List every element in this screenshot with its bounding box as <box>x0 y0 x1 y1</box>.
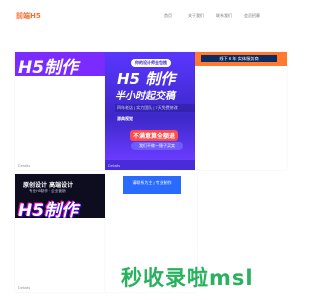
card-4[interactable]: 原创设计 高端设计 专业H5制作 · 企业营销 H5制作 Details <box>15 174 107 292</box>
card-4-title: 原创设计 高端设计 <box>23 182 74 189</box>
card-5-blue-text: 请联系为主 | 专业制作 <box>132 180 172 185</box>
card-1-details-link[interactable]: Details <box>18 163 30 168</box>
card-4-lower <box>15 218 107 292</box>
card-2-badges: 四年老店 | 实力团队 | 7天免费修改 <box>115 104 197 112</box>
watermark-text: 秒收录啦msl <box>121 266 254 290</box>
card-3[interactable]: 线下 6 年 实体服务商 <box>195 52 287 170</box>
nav-home[interactable]: 首页 <box>164 13 172 19</box>
card-2-details-link[interactable]: Details <box>108 163 120 168</box>
card-2-subtitle: 半小时起交稿 <box>115 91 175 102</box>
card-2-title: H5 制作 <box>117 70 176 88</box>
nav-membership[interactable]: 会员招募 <box>244 13 260 19</box>
nav-contact[interactable]: 联系我们 <box>216 13 232 19</box>
card-2-bottom-pill: 我们不做一锤子买卖 <box>131 142 183 150</box>
site-header: 前端H5 首页 关于我们 联系我们 会员招募 <box>0 0 300 32</box>
card-3-strip-text: 线下 6 年 实体服务商 <box>219 56 259 61</box>
card-2-top-pill: 你的设计师全包揽 <box>131 59 171 67</box>
card-1[interactable]: H5制作 Details <box>15 52 107 170</box>
card-2-logo-text: 源典视觉 <box>117 116 133 121</box>
card-2-promo: 不满意算全额退 <box>130 130 179 141</box>
card-2[interactable]: 你的设计师全包揽 H5 制作 半小时起交稿 四年老店 | 实力团队 | 7天免费… <box>105 52 197 170</box>
site-logo[interactable]: 前端H5 <box>16 11 41 21</box>
card-1-banner-text: H5制作 <box>18 58 79 78</box>
nav-about[interactable]: 关于我们 <box>188 13 204 19</box>
card-4-details-link[interactable]: Details <box>18 285 30 290</box>
card-4-subtitle: 专业H5制作 · 企业营销 <box>29 189 66 193</box>
